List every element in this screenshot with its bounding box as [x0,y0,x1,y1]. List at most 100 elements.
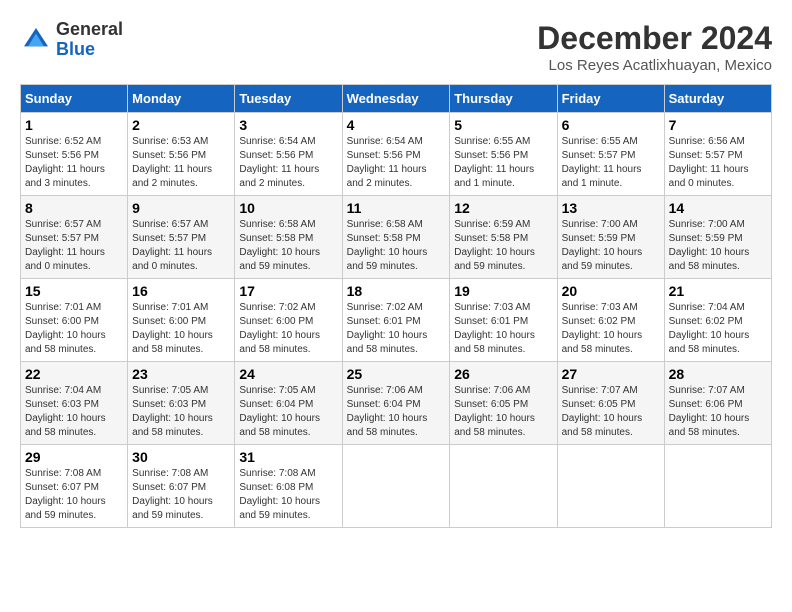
calendar-cell: 10 Sunrise: 6:58 AM Sunset: 5:58 PM Dayl… [235,196,342,279]
day-info: Sunrise: 7:00 AM Sunset: 5:59 PM Dayligh… [669,218,767,274]
calendar-week-row: 15 Sunrise: 7:01 AM Sunset: 6:00 PM Dayl… [21,279,772,362]
day-number: 2 [132,117,230,133]
day-info: Sunrise: 6:57 AM Sunset: 5:57 PM Dayligh… [25,218,123,274]
calendar-cell: 11 Sunrise: 6:58 AM Sunset: 5:58 PM Dayl… [342,196,450,279]
calendar-cell: 29 Sunrise: 7:08 AM Sunset: 6:07 PM Dayl… [21,445,128,528]
day-number: 9 [132,200,230,216]
day-info: Sunrise: 7:08 AM Sunset: 6:07 PM Dayligh… [25,467,123,523]
day-info: Sunrise: 7:03 AM Sunset: 6:02 PM Dayligh… [562,301,660,357]
day-number: 20 [562,283,660,299]
day-info: Sunrise: 7:08 AM Sunset: 6:07 PM Dayligh… [132,467,230,523]
day-number: 30 [132,449,230,465]
day-number: 26 [454,366,552,382]
calendar-week-row: 8 Sunrise: 6:57 AM Sunset: 5:57 PM Dayli… [21,196,772,279]
day-info: Sunrise: 7:05 AM Sunset: 6:03 PM Dayligh… [132,384,230,440]
day-info: Sunrise: 6:58 AM Sunset: 5:58 PM Dayligh… [239,218,337,274]
calendar-cell: 16 Sunrise: 7:01 AM Sunset: 6:00 PM Dayl… [128,279,235,362]
day-number: 12 [454,200,552,216]
calendar-cell: 12 Sunrise: 6:59 AM Sunset: 5:58 PM Dayl… [450,196,557,279]
day-number: 28 [669,366,767,382]
weekday-header: Sunday [21,85,128,113]
calendar-table: SundayMondayTuesdayWednesdayThursdayFrid… [20,84,772,528]
day-number: 15 [25,283,123,299]
calendar-header-row: SundayMondayTuesdayWednesdayThursdayFrid… [21,85,772,113]
calendar-cell: 7 Sunrise: 6:56 AM Sunset: 5:57 PM Dayli… [664,113,771,196]
day-info: Sunrise: 7:06 AM Sunset: 6:04 PM Dayligh… [347,384,446,440]
calendar-cell: 23 Sunrise: 7:05 AM Sunset: 6:03 PM Dayl… [128,362,235,445]
day-number: 7 [669,117,767,133]
day-number: 10 [239,200,337,216]
location-title: Los Reyes Acatlixhuayan, Mexico [537,57,772,74]
calendar-cell: 2 Sunrise: 6:53 AM Sunset: 5:56 PM Dayli… [128,113,235,196]
day-info: Sunrise: 7:00 AM Sunset: 5:59 PM Dayligh… [562,218,660,274]
calendar-cell: 18 Sunrise: 7:02 AM Sunset: 6:01 PM Dayl… [342,279,450,362]
weekday-header: Thursday [450,85,557,113]
day-number: 1 [25,117,123,133]
calendar-cell: 9 Sunrise: 6:57 AM Sunset: 5:57 PM Dayli… [128,196,235,279]
day-number: 19 [454,283,552,299]
calendar-cell: 13 Sunrise: 7:00 AM Sunset: 5:59 PM Dayl… [557,196,664,279]
calendar-cell: 31 Sunrise: 7:08 AM Sunset: 6:08 PM Dayl… [235,445,342,528]
day-info: Sunrise: 7:03 AM Sunset: 6:01 PM Dayligh… [454,301,552,357]
day-number: 27 [562,366,660,382]
calendar-cell: 20 Sunrise: 7:03 AM Sunset: 6:02 PM Dayl… [557,279,664,362]
day-info: Sunrise: 7:01 AM Sunset: 6:00 PM Dayligh… [132,301,230,357]
calendar-cell: 17 Sunrise: 7:02 AM Sunset: 6:00 PM Dayl… [235,279,342,362]
calendar-week-row: 29 Sunrise: 7:08 AM Sunset: 6:07 PM Dayl… [21,445,772,528]
day-number: 5 [454,117,552,133]
day-info: Sunrise: 6:58 AM Sunset: 5:58 PM Dayligh… [347,218,446,274]
day-info: Sunrise: 7:02 AM Sunset: 6:00 PM Dayligh… [239,301,337,357]
day-info: Sunrise: 7:08 AM Sunset: 6:08 PM Dayligh… [239,467,337,523]
day-info: Sunrise: 7:01 AM Sunset: 6:00 PM Dayligh… [25,301,123,357]
month-title: December 2024 [537,20,772,57]
day-number: 8 [25,200,123,216]
weekday-header: Tuesday [235,85,342,113]
day-info: Sunrise: 6:55 AM Sunset: 5:56 PM Dayligh… [454,135,552,191]
day-number: 4 [347,117,446,133]
day-number: 6 [562,117,660,133]
calendar-cell: 26 Sunrise: 7:06 AM Sunset: 6:05 PM Dayl… [450,362,557,445]
calendar-cell: 6 Sunrise: 6:55 AM Sunset: 5:57 PM Dayli… [557,113,664,196]
day-info: Sunrise: 6:56 AM Sunset: 5:57 PM Dayligh… [669,135,767,191]
calendar-cell: 3 Sunrise: 6:54 AM Sunset: 5:56 PM Dayli… [235,113,342,196]
day-number: 22 [25,366,123,382]
calendar-cell: 1 Sunrise: 6:52 AM Sunset: 5:56 PM Dayli… [21,113,128,196]
day-number: 16 [132,283,230,299]
calendar-cell: 28 Sunrise: 7:07 AM Sunset: 6:06 PM Dayl… [664,362,771,445]
day-info: Sunrise: 7:04 AM Sunset: 6:02 PM Dayligh… [669,301,767,357]
day-info: Sunrise: 6:57 AM Sunset: 5:57 PM Dayligh… [132,218,230,274]
calendar-cell: 4 Sunrise: 6:54 AM Sunset: 5:56 PM Dayli… [342,113,450,196]
calendar-cell: 22 Sunrise: 7:04 AM Sunset: 6:03 PM Dayl… [21,362,128,445]
logo-icon [20,24,52,56]
weekday-header: Friday [557,85,664,113]
day-number: 11 [347,200,446,216]
calendar-cell: 30 Sunrise: 7:08 AM Sunset: 6:07 PM Dayl… [128,445,235,528]
weekday-header: Monday [128,85,235,113]
day-info: Sunrise: 6:53 AM Sunset: 5:56 PM Dayligh… [132,135,230,191]
day-info: Sunrise: 7:02 AM Sunset: 6:01 PM Dayligh… [347,301,446,357]
day-info: Sunrise: 7:07 AM Sunset: 6:06 PM Dayligh… [669,384,767,440]
page-header: General Blue December 2024 Los Reyes Aca… [20,20,772,74]
calendar-cell [664,445,771,528]
day-number: 3 [239,117,337,133]
weekday-header: Wednesday [342,85,450,113]
calendar-cell: 15 Sunrise: 7:01 AM Sunset: 6:00 PM Dayl… [21,279,128,362]
title-block: December 2024 Los Reyes Acatlixhuayan, M… [537,20,772,74]
day-number: 31 [239,449,337,465]
calendar-cell: 14 Sunrise: 7:00 AM Sunset: 5:59 PM Dayl… [664,196,771,279]
day-number: 24 [239,366,337,382]
day-number: 23 [132,366,230,382]
calendar-cell: 19 Sunrise: 7:03 AM Sunset: 6:01 PM Dayl… [450,279,557,362]
day-info: Sunrise: 7:05 AM Sunset: 6:04 PM Dayligh… [239,384,337,440]
day-info: Sunrise: 6:54 AM Sunset: 5:56 PM Dayligh… [347,135,446,191]
calendar-cell: 24 Sunrise: 7:05 AM Sunset: 6:04 PM Dayl… [235,362,342,445]
calendar-cell: 8 Sunrise: 6:57 AM Sunset: 5:57 PM Dayli… [21,196,128,279]
calendar-week-row: 22 Sunrise: 7:04 AM Sunset: 6:03 PM Dayl… [21,362,772,445]
calendar-cell: 21 Sunrise: 7:04 AM Sunset: 6:02 PM Dayl… [664,279,771,362]
calendar-cell [557,445,664,528]
day-info: Sunrise: 6:54 AM Sunset: 5:56 PM Dayligh… [239,135,337,191]
day-number: 14 [669,200,767,216]
weekday-header: Saturday [664,85,771,113]
day-number: 13 [562,200,660,216]
day-info: Sunrise: 7:04 AM Sunset: 6:03 PM Dayligh… [25,384,123,440]
